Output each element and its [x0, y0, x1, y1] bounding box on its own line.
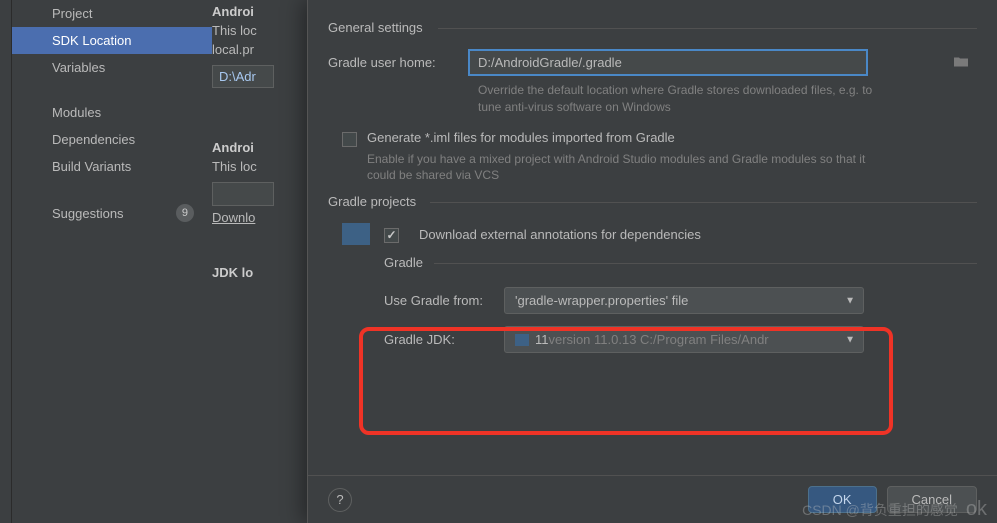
gradle-jdk-path: version 11.0.13 C:/Program Files/Andr — [549, 332, 769, 347]
bg-text: This loc — [212, 159, 307, 178]
sidebar-item-variables[interactable]: Variables — [12, 54, 212, 81]
download-annotations-checkbox[interactable] — [384, 228, 399, 243]
help-button[interactable]: ? — [328, 488, 352, 512]
sidebar-item-build-variants[interactable]: Build Variants — [12, 153, 212, 180]
settings-dialog: General settings Gradle user home: Overr… — [307, 0, 997, 523]
bg-heading: JDK lo — [212, 265, 307, 284]
gradle-home-hint: Override the default location where Grad… — [478, 82, 878, 116]
background-panel: Androi This loc local.pr D:\Adr Androi T… — [212, 0, 307, 523]
generate-iml-label: Generate *.iml files for modules importe… — [367, 130, 675, 145]
bg-path-input[interactable]: D:\Adr — [212, 65, 274, 88]
left-gutter — [0, 0, 12, 523]
dialog-footer: ? OK Cancel — [308, 475, 997, 523]
sidebar-item-modules[interactable]: Modules — [12, 99, 212, 126]
sidebar-item-dependencies[interactable]: Dependencies — [12, 126, 212, 153]
chevron-down-icon: ▼ — [845, 334, 855, 345]
sidebar-item-suggestions[interactable]: Suggestions 9 — [12, 198, 212, 228]
gradle-jdk-version: 11 — [535, 332, 549, 347]
project-icon[interactable] — [342, 223, 370, 245]
divider — [434, 263, 977, 264]
cancel-button[interactable]: Cancel — [887, 486, 977, 513]
ok-button[interactable]: OK — [808, 486, 877, 513]
bg-empty-input[interactable] — [212, 182, 274, 206]
sidebar-item-sdk-location[interactable]: SDK Location — [12, 27, 212, 54]
bg-heading: Androi — [212, 4, 307, 23]
use-gradle-from-value: 'gradle-wrapper.properties' file — [515, 293, 688, 308]
suggestions-badge: 9 — [176, 204, 194, 222]
gradle-jdk-label: Gradle JDK: — [384, 332, 504, 347]
gradle-home-input[interactable] — [468, 49, 868, 76]
generate-iml-hint: Enable if you have a mixed project with … — [367, 151, 887, 185]
use-gradle-from-label: Use Gradle from: — [384, 293, 504, 308]
generate-iml-checkbox[interactable] — [342, 132, 357, 147]
gradle-legend: Gradle — [384, 255, 429, 270]
download-link[interactable]: Downlo — [212, 210, 307, 229]
chevron-down-icon: ▼ — [845, 295, 855, 306]
use-gradle-from-dropdown[interactable]: 'gradle-wrapper.properties' file ▼ — [504, 287, 864, 314]
sidebar: Project SDK Location Variables Modules D… — [12, 0, 212, 523]
sidebar-item-project[interactable]: Project — [12, 0, 212, 27]
folder-icon[interactable] — [953, 55, 969, 70]
download-annotations-label: Download external annotations for depend… — [419, 227, 701, 242]
jdk-icon — [515, 334, 529, 346]
bg-heading: Androi — [212, 140, 307, 159]
gradle-jdk-dropdown[interactable]: 11 version 11.0.13 C:/Program Files/Andr… — [504, 326, 864, 353]
gradle-home-label: Gradle user home: — [328, 55, 468, 70]
general-settings-title: General settings — [328, 20, 977, 35]
gradle-projects-title: Gradle projects — [328, 194, 977, 209]
bg-text: This loc — [212, 23, 307, 42]
bg-text: local.pr — [212, 42, 307, 61]
